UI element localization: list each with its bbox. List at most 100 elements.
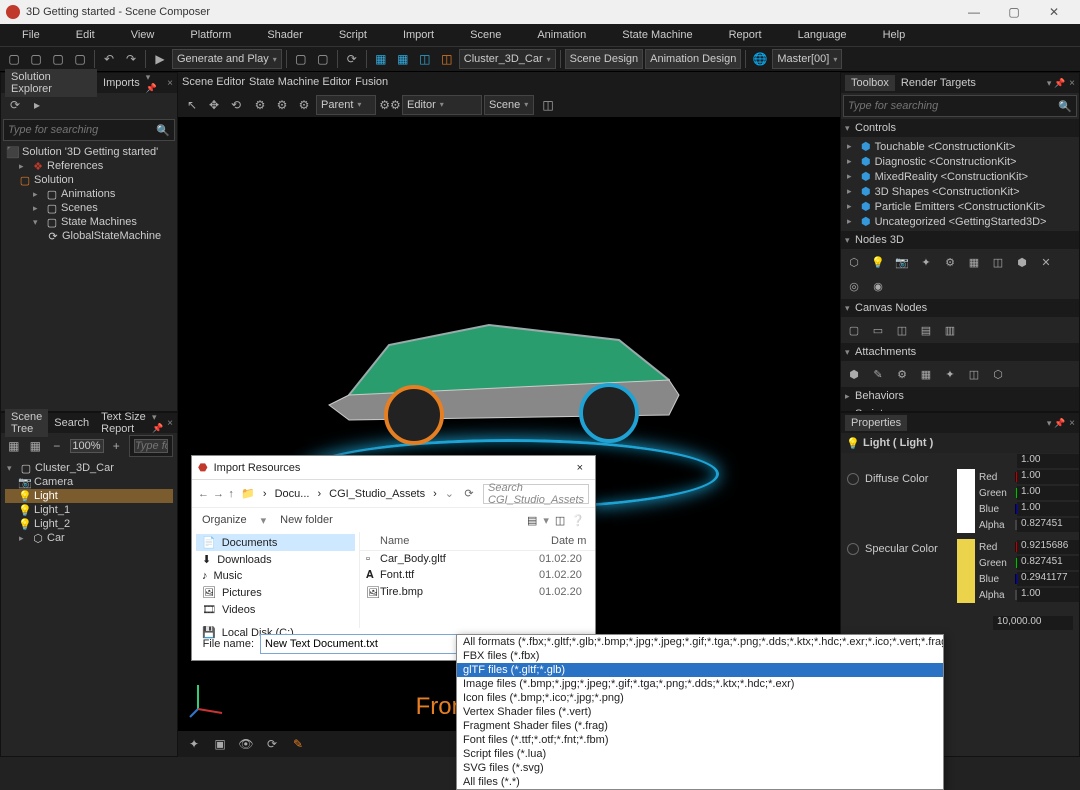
move-icon[interactable]: ✥ — [204, 95, 224, 115]
filetype-option[interactable]: Image files (*.bmp;*.jpg;*.jpeg;*.gif;*.… — [457, 677, 943, 691]
minimize-button[interactable]: — — [954, 0, 994, 24]
nav-pictures[interactable]: 🖼Pictures — [196, 584, 355, 601]
node-icon[interactable]: ⬡ — [843, 251, 865, 273]
section-behaviors[interactable]: ▸Behaviors — [841, 387, 1079, 405]
bt-icon-c[interactable]: ⟳ — [262, 734, 282, 754]
specular-swatch[interactable] — [957, 539, 975, 603]
cluster-dropdown[interactable]: Cluster_3D_Car▾ — [459, 49, 556, 69]
pin-icon[interactable]: ▾ 📌 — [146, 72, 163, 94]
scenes-node[interactable]: ▸▢Scenes — [5, 201, 173, 215]
menu-scene[interactable]: Scene — [452, 29, 519, 41]
preview-icon[interactable]: ◫ — [555, 514, 565, 527]
file-row[interactable]: 𝐀Font.ttf01.02.20 — [360, 567, 595, 584]
node-icon[interactable]: ◉ — [867, 275, 889, 297]
solution-search[interactable]: 🔍 — [3, 119, 175, 141]
filetype-option[interactable]: Fragment Shader files (*.frag) — [457, 719, 943, 733]
node-icon[interactable]: ✕ — [1035, 251, 1057, 273]
node-icon[interactable]: 📷 — [891, 251, 913, 273]
brush-icon[interactable]: ✎ — [288, 734, 308, 754]
canvas-icon[interactable]: ▥ — [939, 319, 961, 341]
zoom-minus-icon[interactable]: − — [48, 436, 66, 456]
menu-view[interactable]: View — [113, 29, 173, 41]
filetype-option[interactable]: All files (*.*) — [457, 775, 943, 789]
pin-icon[interactable]: ▾ 📌 — [1047, 418, 1065, 429]
light-node[interactable]: 💡Light — [5, 489, 173, 503]
master-dropdown[interactable]: Master[00]▾ — [772, 49, 842, 69]
tab-fusion[interactable]: Fusion — [355, 76, 388, 88]
tb-icon-c[interactable]: ▦ — [371, 49, 391, 69]
tab-rendertargets[interactable]: Render Targets — [895, 75, 982, 91]
gears-icon[interactable]: ⚙⚙ — [380, 95, 400, 115]
ctrl-diagnostic[interactable]: ▸⬢Diagnostic <ConstructionKit> — [847, 154, 1073, 169]
filetype-option[interactable]: SVG files (*.svg) — [457, 761, 943, 775]
nav-videos[interactable]: 🎞Videos — [196, 601, 355, 618]
bt-icon-b[interactable]: ▣ — [210, 734, 230, 754]
view-icon[interactable]: ▤ — [527, 514, 537, 527]
canvas-icon[interactable]: ▭ — [867, 319, 889, 341]
filetype-option[interactable]: Script files (*.lua) — [457, 747, 943, 761]
attach-icon[interactable]: ◫ — [963, 363, 985, 385]
node-icon[interactable]: ◫ — [987, 251, 1009, 273]
tab-toolbox[interactable]: Toolbox — [845, 75, 895, 91]
attach-icon[interactable]: ✦ — [939, 363, 961, 385]
scene-dropdown[interactable]: Scene▾ — [484, 95, 534, 115]
parent-dropdown[interactable]: Parent▾ — [316, 95, 376, 115]
scene-design-btn[interactable]: Scene Design — [565, 49, 644, 69]
specular-check[interactable] — [847, 543, 859, 555]
saveall-icon[interactable]: ▢ — [70, 49, 90, 69]
tab-sm-editor[interactable]: State Machine Editor — [249, 76, 351, 88]
section-canvas[interactable]: ▾Canvas Nodes — [841, 299, 1079, 317]
organize-dropdown[interactable]: Organize — [202, 514, 247, 526]
save-icon[interactable]: ▢ — [48, 49, 68, 69]
file-row[interactable]: ▫Car_Body.gltf01.02.20 — [360, 551, 595, 567]
menu-animation[interactable]: Animation — [519, 29, 604, 41]
dialog-close-button[interactable]: × — [571, 462, 589, 474]
maximize-button[interactable]: ▢ — [994, 0, 1034, 24]
attach-icon[interactable]: ▦ — [915, 363, 937, 385]
menu-script[interactable]: Script — [321, 29, 385, 41]
pin-icon[interactable]: ▾ 📌 — [152, 412, 163, 434]
node-icon[interactable]: ▦ — [963, 251, 985, 273]
nav-music[interactable]: ♪Music — [196, 568, 355, 584]
section-controls[interactable]: ▾Controls — [841, 119, 1079, 137]
ctrl-touchable[interactable]: ▸⬢Touchable <ConstructionKit> — [847, 139, 1073, 154]
camera-toggle-icon[interactable]: ◫ — [538, 95, 558, 115]
filetype-option[interactable]: Vertex Shader files (*.vert) — [457, 705, 943, 719]
newfolder-button[interactable]: New folder — [280, 514, 333, 526]
attach-icon[interactable]: ⬡ — [987, 363, 1009, 385]
attach-icon[interactable]: ⚙ — [891, 363, 913, 385]
node-icon[interactable]: ⚙ — [939, 251, 961, 273]
menu-report[interactable]: Report — [711, 29, 780, 41]
nav-downloads[interactable]: ⬇Downloads — [196, 551, 355, 568]
tb-icon-e[interactable]: ◫ — [415, 49, 435, 69]
ctrl-3dshapes[interactable]: ▸⬢3D Shapes <ConstructionKit> — [847, 184, 1073, 199]
pin-icon[interactable]: ▾ 📌 — [1047, 78, 1065, 89]
statemachines-node[interactable]: ▾▢State Machines — [5, 215, 173, 229]
col-date[interactable]: Date m — [545, 532, 595, 550]
animations-node[interactable]: ▸▢Animations — [5, 187, 173, 201]
play-icon[interactable]: ▶ — [150, 49, 170, 69]
filename-input[interactable] — [260, 634, 463, 654]
node-icon[interactable]: ⬢ — [1011, 251, 1033, 273]
dialog-search[interactable]: Search CGI_Studio_Assets — [483, 484, 589, 504]
ctrl-particles[interactable]: ▸⬢Particle Emitters <ConstructionKit> — [847, 199, 1073, 214]
bt-icon-a[interactable]: ✦ — [184, 734, 204, 754]
toolbox-search-input[interactable] — [848, 100, 1058, 112]
solution-root[interactable]: ⬛Solution '3D Getting started' — [5, 145, 173, 159]
filetype-option[interactable]: glTF files (*.gltf;*.glb) — [457, 663, 943, 677]
tb-icon-f[interactable]: ◫ — [437, 49, 457, 69]
globe-icon[interactable]: 🌐 — [750, 49, 770, 69]
camera-node[interactable]: 📷Camera — [5, 475, 173, 489]
filetype-option[interactable]: Font files (*.ttf;*.otf;*.fnt;*.fbm) — [457, 733, 943, 747]
select-icon[interactable]: ↖ — [182, 95, 202, 115]
tb-icon-a[interactable]: ▢ — [291, 49, 311, 69]
open-icon[interactable]: ▢ — [26, 49, 46, 69]
section-nodes3d[interactable]: ▾Nodes 3D — [841, 231, 1079, 249]
menu-language[interactable]: Language — [780, 29, 865, 41]
refresh-icon[interactable]: ⟳ — [342, 49, 362, 69]
menu-help[interactable]: Help — [865, 29, 924, 41]
close-icon[interactable]: × — [167, 418, 173, 429]
close-window-button[interactable]: ✕ — [1034, 0, 1074, 24]
canvas-icon[interactable]: ◫ — [891, 319, 913, 341]
help-icon[interactable]: ❔ — [571, 514, 585, 527]
